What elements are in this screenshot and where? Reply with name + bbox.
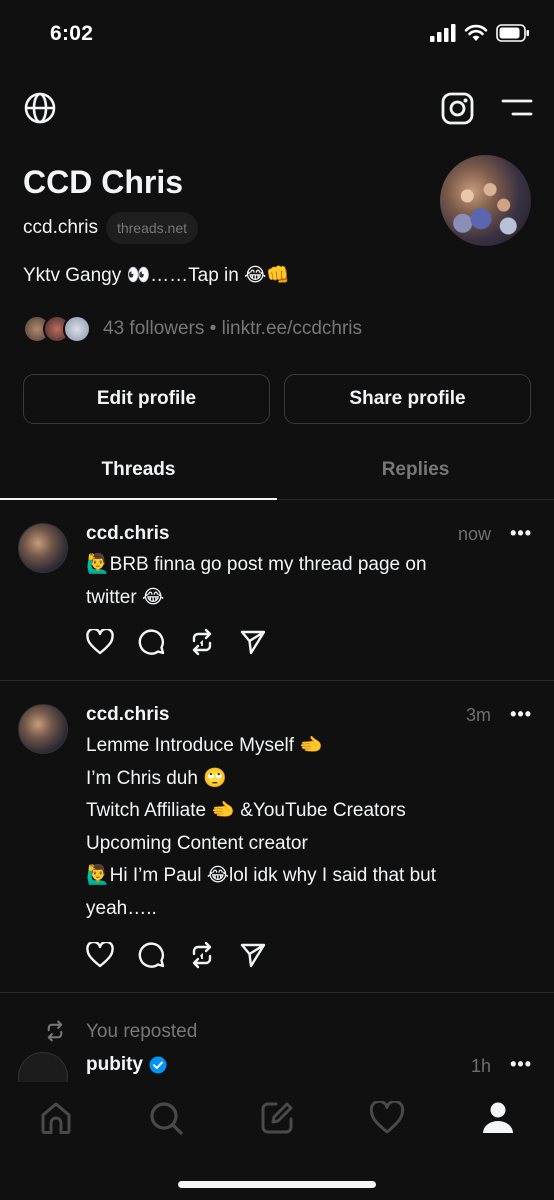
- post-timestamp: now: [457, 524, 491, 544]
- edit-profile-button[interactable]: Edit profile: [23, 374, 270, 424]
- post-username[interactable]: ccd.chris: [86, 704, 169, 726]
- post-divider: [0, 992, 554, 993]
- post-divider: [0, 680, 554, 681]
- home-indicator[interactable]: [178, 1181, 376, 1188]
- post-line: 🙋‍♂️BRB finna go post my thread page on: [86, 554, 427, 575]
- status-time: 6:02: [50, 22, 94, 45]
- instagram-icon[interactable]: [441, 92, 474, 125]
- profile-bio: Yktv Gangy 👀……Tap in 😂👊: [23, 265, 290, 286]
- share-profile-button[interactable]: Share profile: [284, 374, 531, 424]
- compose-icon[interactable]: [257, 1098, 297, 1138]
- tab-replies[interactable]: Replies: [277, 448, 554, 500]
- heart-icon[interactable]: [86, 941, 137, 969]
- followers-link-text[interactable]: 43 followers • linktr.ee/ccdchris: [103, 318, 362, 340]
- activity-icon[interactable]: [367, 1098, 407, 1138]
- more-options-icon[interactable]: •••: [510, 704, 532, 725]
- tab-threads[interactable]: Threads: [0, 448, 277, 500]
- profile-tabs: Threads Replies: [0, 448, 554, 500]
- post-username[interactable]: ccd.chris: [86, 523, 169, 545]
- globe-icon[interactable]: [24, 92, 56, 124]
- post-line: twitter 😂: [86, 586, 165, 608]
- repost-icon[interactable]: [188, 628, 239, 656]
- heart-icon[interactable]: [86, 628, 137, 656]
- profile-handle: ccd.chris: [23, 217, 98, 238]
- send-icon[interactable]: [239, 941, 290, 969]
- post-username[interactable]: pubity: [86, 1054, 167, 1076]
- post-body: Lemme Introduce Myself 🫲 I’m Chris duh 🙄…: [86, 730, 506, 925]
- send-icon[interactable]: [239, 628, 290, 656]
- followers-row[interactable]: 43 followers • linktr.ee/ccdchris: [23, 315, 362, 343]
- post-line: I’m Chris duh 🙄: [86, 767, 227, 789]
- more-options-icon[interactable]: •••: [510, 1054, 532, 1075]
- handle-row: ccd.chris threads.net: [23, 212, 199, 244]
- domain-badge[interactable]: threads.net: [105, 212, 199, 244]
- status-icons: [430, 24, 530, 42]
- profile-avatar[interactable]: [440, 155, 531, 246]
- wifi-icon: [464, 24, 488, 41]
- battery-icon: [496, 24, 529, 42]
- status-bar: 6:02: [0, 0, 554, 70]
- post-timestamp: 1h: [470, 1056, 491, 1076]
- verified-badge-icon: [149, 1056, 167, 1074]
- top-bar: [0, 90, 554, 130]
- profile-name: CCD Chris: [23, 164, 184, 200]
- repost-icon[interactable]: [188, 941, 239, 969]
- post-avatar[interactable]: [18, 523, 68, 573]
- post-body: 🙋‍♂️BRB finna go post my thread page on …: [86, 549, 506, 614]
- repost-indicator: You reposted: [0, 1018, 554, 1048]
- post-line: Twitch Affiliate 🫲 &YouTube Creators: [86, 800, 406, 821]
- profile-icon[interactable]: [478, 1098, 518, 1138]
- post-timestamp: 3m: [465, 705, 491, 725]
- menu-icon[interactable]: [501, 98, 533, 118]
- search-icon[interactable]: [146, 1098, 186, 1138]
- thread-post: ccd.chris now ••• 🙋‍♂️BRB finna go post …: [0, 520, 554, 680]
- post-username-text: pubity: [86, 1054, 143, 1075]
- comment-icon[interactable]: [137, 941, 188, 969]
- post-actions: [86, 628, 290, 656]
- post-line: Lemme Introduce Myself 🫲: [86, 735, 323, 756]
- follower-avatars: [23, 315, 91, 343]
- post-line: 🙋‍♂️Hi I’m Paul 😂lol idk why I said that…: [86, 865, 436, 886]
- cellular-signal-icon: [430, 24, 456, 42]
- more-options-icon[interactable]: •••: [510, 523, 532, 544]
- post-actions: [86, 941, 290, 969]
- comment-icon[interactable]: [137, 628, 188, 656]
- follower-avatar: [63, 315, 91, 343]
- post-line: yeah…..: [86, 897, 157, 919]
- repost-icon: [47, 1020, 63, 1042]
- repost-label: You reposted: [86, 1021, 198, 1042]
- thread-post: ccd.chris 3m ••• Lemme Introduce Myself …: [0, 701, 554, 991]
- home-icon[interactable]: [36, 1098, 76, 1138]
- post-line: Upcoming Content creator: [86, 832, 308, 854]
- post-avatar[interactable]: [18, 704, 68, 754]
